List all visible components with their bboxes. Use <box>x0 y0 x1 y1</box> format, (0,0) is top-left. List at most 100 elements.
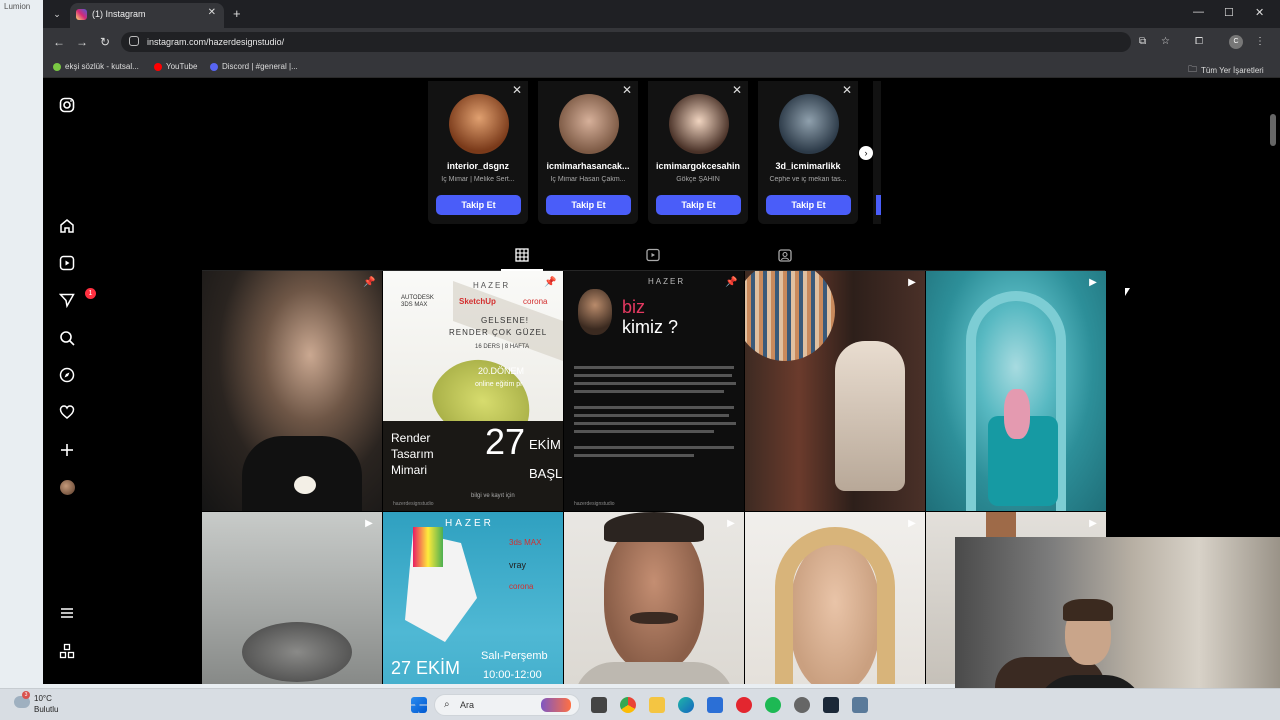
face-shape <box>578 289 612 335</box>
weather-condition: Bulutlu <box>34 705 59 714</box>
reel-icon: ▶ <box>727 518 735 529</box>
suggestion-subtitle: Gökçe ŞAHİN <box>676 176 720 183</box>
suggestion-avatar[interactable] <box>669 94 729 154</box>
home-icon[interactable] <box>59 218 75 234</box>
post-render-course[interactable]: AUTODESK 3DS MAX SketchUp corona HAZER G… <box>383 271 563 511</box>
post-child-chair[interactable]: ▶ <box>926 271 1106 511</box>
close-window-icon[interactable]: ✕ <box>1255 6 1264 19</box>
opera-icon[interactable] <box>736 697 752 713</box>
tab-tagged-icon[interactable] <box>778 248 792 262</box>
reload-icon[interactable]: ↻ <box>100 35 110 49</box>
profile-avatar[interactable] <box>60 480 75 495</box>
chrome-icon[interactable] <box>620 697 636 713</box>
suggestion-avatar[interactable] <box>779 94 839 154</box>
windows-taskbar: 3 10°C Bulutlu ⌕ Ara <box>0 688 1280 720</box>
create-plus-icon[interactable] <box>59 442 75 458</box>
tab-posts-grid-icon[interactable] <box>515 248 529 262</box>
extensions-icon[interactable]: ⧠ <box>1195 36 1203 47</box>
bookmark-youtube[interactable]: YouTube <box>154 62 197 71</box>
minimize-icon[interactable]: — <box>1193 6 1204 18</box>
app-icon[interactable] <box>852 697 868 713</box>
back-icon[interactable]: ← <box>53 35 65 49</box>
paragraph-line <box>574 374 732 377</box>
suggestion-username[interactable]: 3d_icmimarlikk <box>758 161 858 171</box>
render-cok-guzel-text: RENDER ÇOK GÜZEL <box>449 328 548 337</box>
suggestion-card: ✕ icmimargokcesahin Gökçe ŞAHİN Takip Et <box>648 81 748 224</box>
suggestion-avatar[interactable] <box>449 94 509 154</box>
post-woman-blonde[interactable]: ▶ <box>745 512 925 684</box>
address-bar: ← → ↻ instagram.com/hazerdesignstudio/ ⧉… <box>43 28 1280 56</box>
instagram-logo-icon[interactable] <box>59 97 75 113</box>
profile-avatar[interactable]: C <box>1229 35 1243 49</box>
more-menu-icon[interactable] <box>59 605 75 621</box>
follow-button[interactable]: Takip Et <box>656 195 741 215</box>
month-text: EKİM <box>529 437 561 452</box>
windows-start-icon[interactable] <box>411 697 427 713</box>
forward-icon[interactable]: → <box>76 35 88 49</box>
bookmark-eksi[interactable]: ekşi sözlük - kutsal... <box>53 62 139 71</box>
dismiss-icon[interactable]: ✕ <box>512 83 522 97</box>
also-from-meta-icon[interactable] <box>59 643 75 659</box>
explore-compass-icon[interactable] <box>59 367 75 383</box>
spotify-icon[interactable] <box>765 697 781 713</box>
edge-icon[interactable] <box>678 697 694 713</box>
post-outdoor-lamp[interactable]: ▶ <box>202 512 382 684</box>
time-text: 10:00-12:00 <box>483 669 542 681</box>
taskbar-search[interactable]: ⌕ Ara <box>434 694 580 716</box>
post-unicorn-course[interactable]: HAZER 3ds MAX vray corona 27 EKİM Salı-P… <box>383 512 563 684</box>
dismiss-icon[interactable]: ✕ <box>732 83 742 97</box>
date-number: 27 <box>485 421 526 462</box>
follow-button[interactable]: Takip Et <box>436 195 521 215</box>
tab-search-icon[interactable]: ⌄ <box>49 6 65 22</box>
heart-icon[interactable] <box>59 404 75 420</box>
follow-button[interactable]: Takip Et <box>546 195 631 215</box>
post-portrait[interactable]: 📌 <box>202 271 382 511</box>
suggestion-card: ✕ icmimarhasancak... İç Mimar Hasan Çakm… <box>538 81 638 224</box>
tab-close-icon[interactable]: ✕ <box>208 7 216 18</box>
task-view-icon[interactable] <box>591 697 607 713</box>
follow-button[interactable]: Takip Et <box>766 195 851 215</box>
steam-icon[interactable] <box>823 697 839 713</box>
suggestion-avatar[interactable] <box>559 94 619 154</box>
hazer-logo-text: HAZER <box>473 281 511 290</box>
handle-text: hazerdesignstudio <box>393 501 434 507</box>
messages-icon[interactable]: 1 <box>58 288 96 309</box>
file-explorer-icon[interactable] <box>649 697 665 713</box>
menu-kebab-icon[interactable]: ⋮ <box>1255 36 1265 47</box>
tab-instagram[interactable]: (1) Instagram ✕ <box>70 3 224 28</box>
render-word: Render <box>391 431 431 445</box>
suggestion-username[interactable]: icmimargokcesahin <box>648 161 748 171</box>
page-scrollbar[interactable] <box>1270 114 1276 146</box>
site-info-icon[interactable] <box>129 36 139 46</box>
install-app-icon[interactable]: ⧉ <box>1139 36 1146 47</box>
new-tab-icon[interactable]: + <box>233 6 241 21</box>
store-icon[interactable] <box>707 697 723 713</box>
post-woman-chair[interactable]: ▶ <box>745 271 925 511</box>
suggestion-username[interactable]: icmimarhasancak... <box>538 161 638 171</box>
suggestion-username[interactable]: interior_dsgnz <box>428 161 528 171</box>
wood-panel-shape <box>986 512 1016 538</box>
pinned-icon: 📌 <box>363 277 376 288</box>
post-who-are-we[interactable]: HAZER biz kimiz ? hazerdesignstudio 📌 <box>564 271 744 511</box>
mustache-shape <box>630 612 678 624</box>
bookmarks-bar: ekşi sözlük - kutsal... YouTube Discord … <box>43 56 1280 78</box>
tab-reels-icon[interactable] <box>646 248 660 262</box>
search-icon[interactable] <box>59 330 75 346</box>
dismiss-icon[interactable]: ✕ <box>622 83 632 97</box>
post-man-mustache[interactable]: ▶ <box>564 512 744 684</box>
next-arrow-icon[interactable]: › <box>859 146 873 160</box>
flower-shape <box>294 476 316 494</box>
bookmark-star-icon[interactable]: ☆ <box>1161 36 1170 47</box>
dismiss-icon[interactable]: ✕ <box>842 83 852 97</box>
url-text: instagram.com/hazerdesignstudio/ <box>147 37 285 47</box>
follow-button-partial[interactable] <box>876 195 881 215</box>
bookmarks-folder[interactable]: 🗀 Tüm Yer İşaretleri <box>1188 62 1264 78</box>
biz-text: biz <box>622 297 646 317</box>
youtube-icon <box>154 62 162 71</box>
maximize-icon[interactable]: ☐ <box>1224 6 1234 19</box>
gelsene-text: GELSENE! <box>481 316 530 325</box>
bookmark-discord[interactable]: Discord | #general |... <box>210 62 298 71</box>
url-field[interactable]: instagram.com/hazerdesignstudio/ <box>121 32 1131 52</box>
reels-icon[interactable] <box>59 255 75 271</box>
settings-gear-icon[interactable] <box>794 697 810 713</box>
